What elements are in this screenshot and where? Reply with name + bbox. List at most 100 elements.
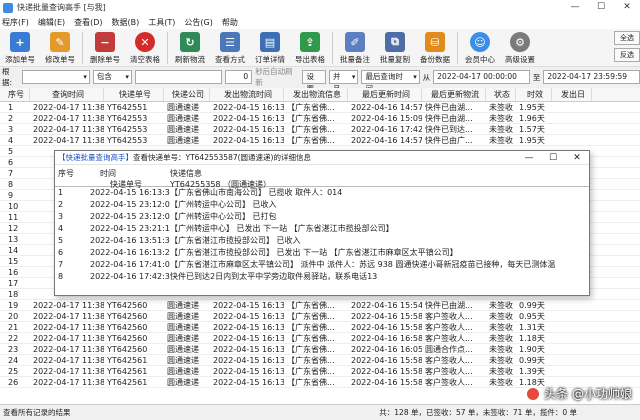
column-header[interactable]: 快递单号	[104, 88, 164, 101]
column-header[interactable]: 状态	[486, 88, 516, 101]
table-cell: 2022-04-15 16:13:30	[213, 301, 284, 310]
dialog-row[interactable]: 1 2022-04-15 16:13:30 【广东省佛山市南海公司】 已揽收 取件人…	[55, 187, 589, 199]
table-cell: 9	[8, 191, 14, 200]
select-all-button[interactable]: 全选	[614, 31, 640, 45]
dialog-title-bar: 【快递批量查询高手】 查看快递单号：YT642553587(圆通速递)的详细信息…	[55, 151, 589, 165]
maximize-button[interactable]: ☐	[588, 0, 614, 15]
table-row[interactable]: 23 2022-04-17 11:38:41YT642560 圆通速递 2022-04…	[0, 344, 640, 355]
menu-data[interactable]: 数据(B)	[112, 17, 140, 28]
settings-button[interactable]: 设置	[301, 70, 326, 93]
refresh-logistics-button[interactable]: ↻ 刷新物流	[170, 29, 210, 67]
minimize-button[interactable]: —	[562, 0, 588, 15]
dialog-row[interactable]: 7 2022-04-16 17:41:00 【广东省湛江市麻章区太平镇公司】 派件中…	[55, 259, 589, 271]
delete-number-button[interactable]: − 删除单号	[85, 29, 125, 67]
menu-notice[interactable]: 公告(G)	[184, 17, 212, 28]
status-summary: 共：128 单，已签收：57 单，未签收：71 单，揽件：0 单	[379, 408, 577, 417]
table-cell: 2022-04-15 16:13:30	[213, 114, 284, 123]
edit-number-button[interactable]: ✎ 修改单号	[40, 29, 80, 67]
column-header[interactable]: 发出物流信息	[284, 88, 348, 101]
clear-table-button[interactable]: ✕ 清空表格	[125, 29, 165, 67]
table-row[interactable]: 22 2022-04-17 11:38:40YT642560 圆通速递 2022-04…	[0, 333, 640, 344]
note-icon: ✐	[345, 32, 365, 52]
table-row[interactable]: 20 2022-04-17 11:38:41YT642560 圆通速递 2022-04…	[0, 311, 640, 322]
dialog-row[interactable]: 8 2022-04-16 17:42:31 快件已到达2日内到太平中学旁边取件易驿站…	[55, 271, 589, 283]
dialog-row[interactable]: 2 2022-04-15 23:12:07 【广州转运中心公司】 已收入	[55, 199, 589, 211]
field-select[interactable]	[21, 70, 90, 84]
export-table-button[interactable]: ⇪ 导出表格	[290, 29, 330, 67]
from-date-input[interactable]: 2022-04-17 00:00:00	[433, 70, 530, 84]
member-center-button[interactable]: ☺ 会员中心	[460, 29, 500, 67]
dialog-cell: 快件已到达2日内到太平中学旁边取件易驿站，联系电话13	[170, 272, 378, 281]
dialog-cell: 2022-04-15 23:12:07	[90, 212, 170, 221]
table-row[interactable]: 21 2022-04-17 11:38:32YT642560 圆通速递 2022-04…	[0, 322, 640, 333]
table-cell: YT642560	[107, 334, 148, 343]
copy-icon: ⧉	[385, 32, 405, 52]
dialog-close-button[interactable]: ✕	[565, 153, 589, 163]
column-header[interactable]: 时效	[516, 88, 552, 101]
date-field-select[interactable]: 最后查询时间	[361, 70, 420, 93]
menu-help[interactable]: 帮助	[222, 17, 238, 28]
menu-program[interactable]: 程序(F)	[2, 17, 29, 28]
interval-input[interactable]: 0	[224, 70, 253, 84]
view-mode-button[interactable]: ☰ 查看方式	[210, 29, 250, 67]
table-cell: 快件已到达...	[425, 125, 473, 134]
table-row[interactable]: 24 2022-04-17 11:38:32YT642561 圆通速递 2022-04…	[0, 355, 640, 366]
table-cell: 2022-04-17 11:38:32	[33, 103, 104, 112]
column-header[interactable]: 最后更新物流	[422, 88, 486, 101]
advanced-settings-button[interactable]: ⚙ 高级设置	[500, 29, 540, 67]
table-cell: 快件已由湖...	[425, 301, 473, 310]
logic-select[interactable]: 并且	[328, 70, 359, 93]
close-button[interactable]: ✕	[614, 0, 640, 15]
menu-edit[interactable]: 编辑(E)	[38, 17, 65, 28]
column-header[interactable]: 发出日	[552, 88, 592, 101]
table-cell: 【广东省佛...	[287, 356, 335, 365]
dialog-maximize-button[interactable]: ☐	[541, 153, 565, 163]
table-cell: 14	[8, 246, 19, 255]
table-row[interactable]: 2 2022-04-17 11:38:34YT642553 圆通速递 2022-04-…	[0, 113, 640, 124]
backup-icon: ⛁	[425, 32, 445, 52]
table-cell: 0.99天	[519, 356, 545, 365]
menu-tools[interactable]: 工具(T)	[148, 17, 175, 28]
table-cell: 2022-04-15 16:13:30	[213, 356, 284, 365]
dialog-title: 查看快递单号：YT642553587(圆通速递)的详细信息	[133, 153, 311, 162]
table-cell: 15	[8, 257, 19, 266]
dialog-row[interactable]: 6 2022-04-16 16:13:20 【广东省湛江市揽投部公司】 已发出 下一…	[55, 247, 589, 259]
dialog-row[interactable]: 5 2022-04-16 13:51:30 【广东省湛江市揽投部公司】 已收入	[55, 235, 589, 247]
column-header[interactable]: 序号	[0, 88, 30, 101]
keyword-input[interactable]	[134, 70, 222, 84]
batch-note-button[interactable]: ✐ 批量备注	[335, 29, 375, 67]
to-date-input[interactable]: 2022-04-17 23:59:59	[543, 70, 640, 84]
column-header[interactable]: 快递公司	[164, 88, 210, 101]
contains-select[interactable]: 包含	[92, 70, 132, 84]
dialog-row[interactable]: 4 2022-04-15 23:21:15 【广州转运中心】 已发出 下一站 【广东…	[55, 223, 589, 235]
column-header[interactable]: 查询时间	[30, 88, 104, 101]
table-cell: 2022-04-17 11:38:34	[33, 114, 104, 123]
table-row[interactable]: 19 2022-04-17 11:38:32YT642560 圆通速递 2022-04…	[0, 300, 640, 311]
table-cell: 1.18天	[519, 334, 545, 343]
detail-dialog: 【快递批量查询高手】 查看快递单号：YT642553587(圆通速递)的详细信息…	[54, 150, 590, 296]
table-cell: 2022-04-16 15:58:20	[351, 312, 422, 321]
table-row[interactable]: 3 2022-04-17 11:38:32YT642553 圆通速递 2022-04-…	[0, 124, 640, 135]
column-header[interactable]: 发出物流时间	[210, 88, 284, 101]
invert-select-button[interactable]: 反选	[614, 48, 640, 62]
dialog-row[interactable]: 3 2022-04-15 23:12:07 【广州转运中心公司】 已打包	[55, 211, 589, 223]
table-row[interactable]: 1 2022-04-17 11:38:32YT642551 圆通速递 2022-04-…	[0, 102, 640, 113]
status-bar: 查看所有记录的结果 共：128 单，已签收：57 单，未签收：71 单，揽件：0…	[0, 404, 640, 420]
table-cell: 未签收	[489, 356, 513, 365]
table-cell: 圆通速递	[167, 345, 199, 354]
batch-copy-button[interactable]: ⧉ 批量复制	[375, 29, 415, 67]
column-header[interactable]: 最后更新时间	[348, 88, 422, 101]
watermark: 头条 @小功帅娘	[526, 385, 632, 402]
dialog-minimize-button[interactable]: —	[517, 153, 541, 163]
menu-view[interactable]: 查看(D)	[74, 17, 102, 28]
table-cell: 2022-04-16 16:05:41	[351, 345, 422, 354]
dialog-cell: 3	[58, 212, 64, 221]
backup-data-button[interactable]: ⛁ 备份数据	[415, 29, 455, 67]
add-number-button[interactable]: + 添加单号	[0, 29, 40, 67]
table-row[interactable]: 4 2022-04-17 11:38:32YT642553 圆通速递 2022-04-…	[0, 135, 640, 146]
table-row[interactable]: 25 2022-04-17 11:38:32YT642561 圆通速递 2022-04…	[0, 366, 640, 377]
table-cell: YT642553	[107, 136, 148, 145]
table-cell: 11	[8, 213, 19, 222]
toolbar: + 添加单号 ✎ 修改单号 − 删除单号 ✕ 清空表格 ↻ 刷新物流 ☰ 查看方式 ▤ 订单详…	[0, 29, 640, 67]
order-detail-button[interactable]: ▤ 订单详情	[250, 29, 290, 67]
